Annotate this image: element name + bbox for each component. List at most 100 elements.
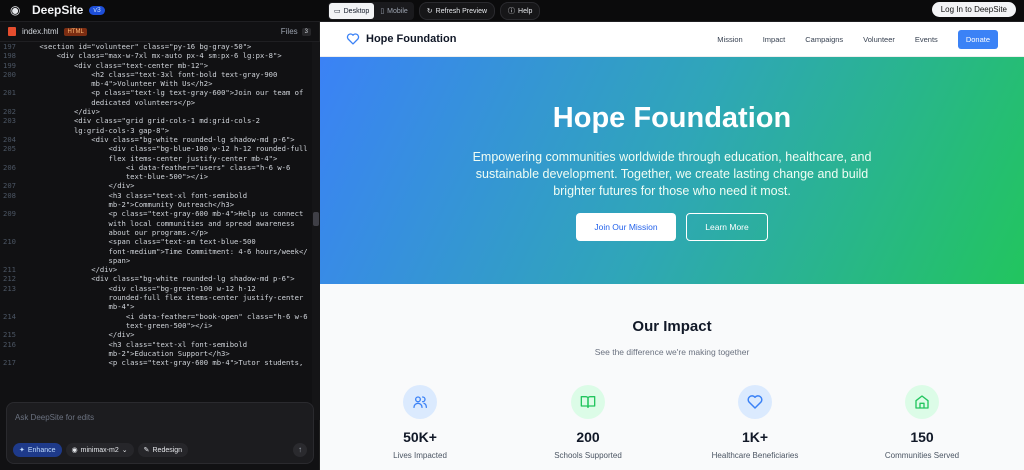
code-line[interactable]: 200 <h2 class="text-3xl font-bold text-g… [0, 70, 312, 89]
redesign-button[interactable]: ✎ Redesign [137, 443, 189, 457]
stat-card: 200 Schools Supported [538, 385, 638, 460]
chat-input[interactable]: Ask DeepSite for edits [15, 413, 94, 422]
line-content: <p class="text-lg text-gray-600">Join ou… [91, 88, 304, 107]
preview-toolbar: ▭ Desktop ▯ Mobile ↻ Refresh Preview ⓘ H… [328, 2, 541, 20]
code-line[interactable]: 211 </div> [0, 265, 312, 274]
code-line[interactable]: 198 <div class="max-w-7xl mx-auto px-4 s… [0, 51, 312, 60]
code-line[interactable]: 212 <div class="bg-white rounded-lg shad… [0, 274, 312, 283]
line-number: 201 [3, 88, 16, 98]
code-line[interactable]: 216 <h3 class="text-xl font-semibold mb-… [0, 340, 312, 359]
line-content: <p class="text-gray-600 mb-4">Help us co… [108, 209, 304, 237]
website-preview: Hope Foundation Mission Impact Campaigns… [320, 22, 1024, 470]
line-content: <div class="bg-white rounded-lg shadow-m… [22, 274, 295, 284]
line-content: </div> [22, 330, 135, 340]
join-mission-button[interactable]: Join Our Mission [576, 213, 676, 241]
brand[interactable]: ◉ DeepSite v3 [10, 3, 105, 17]
site-name: Hope Foundation [366, 33, 457, 45]
donate-button[interactable]: Donate [957, 29, 998, 49]
line-number: 207 [3, 181, 16, 191]
deepsite-logo-icon: ◉ [10, 3, 21, 17]
code-line[interactable]: 214 <i data-feather="book-open" class="h… [0, 312, 312, 331]
impact-subtitle: See the difference we're making together [594, 347, 750, 357]
enhance-label: Enhance [27, 446, 56, 454]
nav-link-campaigns[interactable]: Campaigns [805, 35, 843, 44]
nav-link-events[interactable]: Events [915, 35, 938, 44]
stat-value: 50K+ [403, 429, 437, 445]
line-number: 215 [3, 330, 16, 340]
stat-card: 50K+ Lives Impacted [370, 385, 470, 460]
code-line[interactable]: 203 <div class="grid grid-cols-1 md:grid… [0, 116, 312, 135]
code-line[interactable]: 210 <span class="text-sm text-blue-500 f… [0, 237, 312, 265]
line-content: <p class="text-gray-600 mb-4">Tutor stud… [22, 358, 304, 368]
code-line[interactable]: 205 <div class="bg-blue-100 w-12 h-12 ro… [0, 144, 312, 163]
heart-icon [346, 33, 360, 45]
hero-buttons: Join Our Mission Learn More [576, 213, 768, 241]
code-line[interactable]: 209 <p class="text-gray-600 mb-4">Help u… [0, 209, 312, 237]
login-button[interactable]: Log In to DeepSite [931, 2, 1016, 17]
model-select[interactable]: ◉ minimax-m2 ⌄ [65, 443, 134, 457]
code-line[interactable]: 197 <section id="volunteer" class="py-16… [0, 42, 312, 51]
help-button[interactable]: ⓘ Help [500, 2, 541, 20]
redesign-label: Redesign [152, 446, 183, 454]
desktop-label: Desktop [343, 7, 370, 15]
line-number: 210 [3, 237, 16, 247]
line-content: </div> [22, 181, 135, 191]
code-line[interactable]: 215 </div> [0, 330, 312, 339]
users-icon [403, 385, 437, 419]
help-icon: ⓘ [508, 8, 516, 15]
files-label: Files [280, 27, 298, 36]
files-count: 3 [301, 27, 311, 36]
nav-link-mission[interactable]: Mission [717, 35, 742, 44]
hero-subtitle: Empowering communities worldwide through… [472, 150, 872, 198]
impact-title: Our Impact [632, 318, 712, 335]
line-number: 200 [3, 69, 16, 79]
code-area[interactable]: 197 <section id="volunteer" class="py-16… [0, 42, 312, 420]
line-content: <i data-feather="users" class="h-6 w-6 t… [125, 162, 291, 182]
nav-link-impact[interactable]: Impact [763, 35, 786, 44]
code-line[interactable]: 204 <div class="bg-white rounded-lg shad… [0, 135, 312, 144]
files-button[interactable]: Files 3 [281, 27, 311, 36]
help-label: Help [518, 7, 533, 15]
line-content: <h2 class="text-3xl font-bold text-gray-… [91, 69, 278, 89]
nav-link-volunteer[interactable]: Volunteer [863, 35, 895, 44]
code-line[interactable]: 206 <i data-feather="users" class="h-6 w… [0, 163, 312, 182]
learn-more-button[interactable]: Learn More [686, 213, 768, 241]
line-content: <div class="max-w-7xl mx-auto px-4 sm:px… [22, 51, 282, 61]
code-line[interactable]: 202 </div> [0, 107, 312, 116]
line-content: <span class="text-sm text-blue-500 font-… [108, 237, 308, 265]
scrollbar-thumb[interactable] [313, 212, 319, 226]
line-number: 205 [3, 144, 16, 154]
file-tabbar: index.html HTML Files 3 [0, 22, 319, 42]
code-line[interactable]: 199 <div class="text-center mb-12"> [0, 61, 312, 70]
site-logo[interactable]: Hope Foundation [346, 33, 456, 45]
line-number: 213 [3, 283, 16, 293]
line-number: 217 [3, 358, 16, 368]
line-number: 214 [3, 311, 16, 321]
enhance-button[interactable]: ✦ Enhance [13, 443, 62, 457]
desktop-button[interactable]: ▭ Desktop [329, 3, 375, 19]
line-number: 216 [3, 339, 16, 349]
model-label: minimax-m2 [80, 446, 119, 454]
line-content: </div> [22, 107, 100, 117]
line-number: 212 [3, 274, 16, 284]
code-line[interactable]: 217 <p class="text-gray-600 mb-4">Tutor … [0, 358, 312, 367]
code-line[interactable]: 208 <h3 class="text-xl font-semibold mb-… [0, 191, 312, 210]
stat-value: 200 [576, 429, 600, 445]
code-line[interactable]: 201 <p class="text-lg text-gray-600">Joi… [0, 88, 312, 107]
stat-card: 1K+ Healthcare Beneficiaries [705, 385, 805, 460]
line-number: 208 [3, 190, 16, 200]
code-line[interactable]: 207 </div> [0, 181, 312, 190]
line-content: <div class="grid grid-cols-1 md:grid-col… [73, 116, 261, 135]
line-number: 204 [3, 134, 16, 144]
line-number: 202 [3, 107, 16, 117]
code-line[interactable]: 213 <div class="bg-green-100 w-12 h-12 r… [0, 284, 312, 312]
mobile-button[interactable]: ▯ Mobile [375, 3, 412, 19]
line-content: <section id="volunteer" class="py-16 bg-… [22, 42, 252, 51]
send-button[interactable]: ↑ [293, 443, 307, 457]
model-icon: ◉ [71, 447, 78, 454]
refresh-preview-button[interactable]: ↻ Refresh Preview [418, 2, 496, 20]
file-tab[interactable]: index.html [22, 27, 58, 36]
editor-scrollbar[interactable] [312, 42, 320, 420]
chat-input-box[interactable]: Ask DeepSite for edits ✦ Enhance ◉ minim… [6, 402, 314, 464]
paint-icon: ✎ [143, 447, 150, 454]
